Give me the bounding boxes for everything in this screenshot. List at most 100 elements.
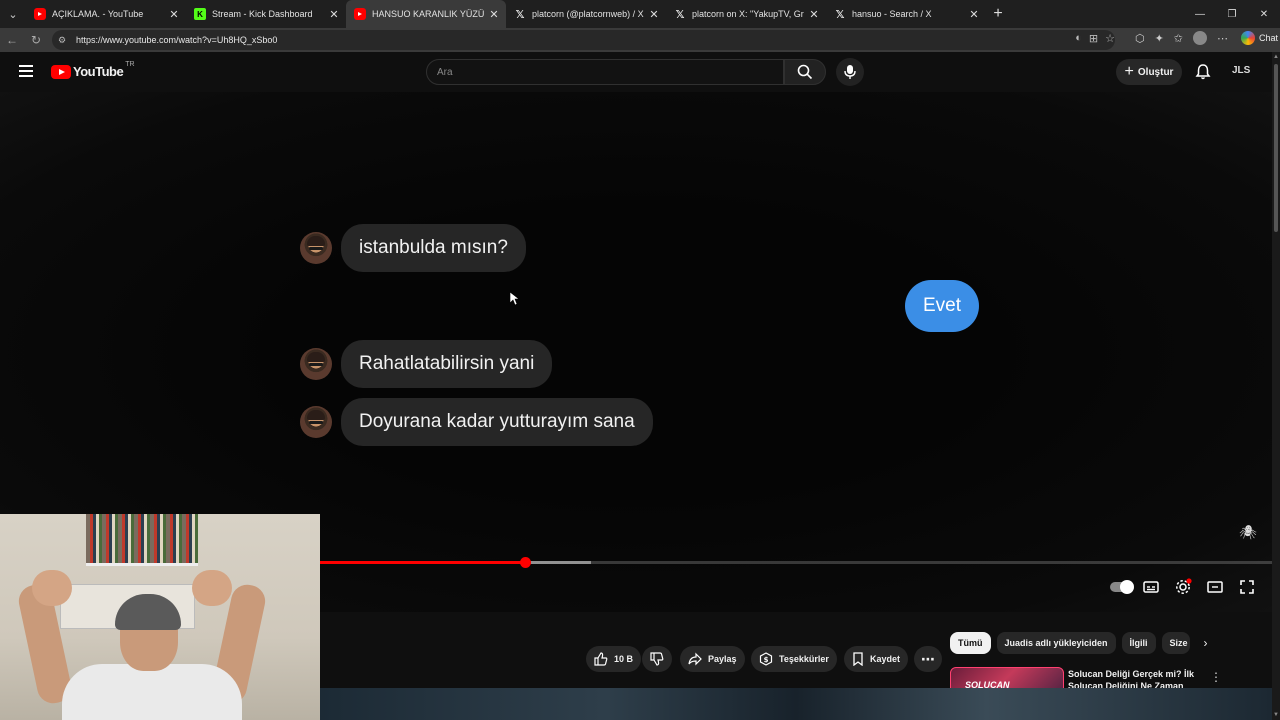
bookshelf (86, 514, 198, 566)
x-icon: 𝕏 (515, 8, 525, 21)
profile-avatar[interactable] (1193, 31, 1207, 45)
tab-title: AÇIKLAMA. - YouTube (52, 9, 144, 19)
streamer-hand (192, 570, 232, 606)
browser-tab-active[interactable]: HANSUO KARANLIK YÜZÜ 😳 - YouTube ✕ (346, 0, 506, 28)
streamer-hand (32, 570, 72, 606)
close-tab-icon[interactable]: ✕ (328, 8, 340, 21)
chevron-right-icon[interactable]: › (1196, 632, 1216, 654)
like-button[interactable]: 10 B (586, 646, 642, 672)
address-bar-row: ← ↻ ⚙ https://www.youtube.com/watch?v=Uh… (0, 28, 1280, 52)
extension-icon[interactable]: ⬡ (1135, 32, 1145, 45)
close-tab-icon[interactable]: ✕ (808, 8, 820, 21)
share-button[interactable]: Paylaş (680, 646, 745, 672)
extensions-area: ⬡ ✦ ✩ ⋯ (1135, 31, 1228, 45)
message-bubble: Rahatlatabilirsin yani (341, 340, 553, 388)
browser-tab[interactable]: 𝕏 platcorn (@platcornweb) / X ✕ (506, 0, 666, 28)
create-label: Oluştur (1137, 66, 1174, 78)
save-button[interactable]: Kaydet (844, 646, 909, 672)
thumbs-down-icon (650, 652, 664, 666)
plus-icon: + (1124, 63, 1134, 80)
close-tab-icon[interactable]: ✕ (168, 8, 180, 21)
subtitles-icon[interactable] (1142, 578, 1160, 596)
youtube-header: YouTube TR Ara + Oluştur JLS (0, 52, 1272, 92)
youtube-icon (34, 8, 46, 20)
channel-watermark-icon[interactable]: 🕷 (1239, 524, 1257, 541)
install-app-icon[interactable]: ⊞ (1089, 32, 1098, 45)
scroll-down-arrow-icon[interactable]: ▼ (1273, 712, 1279, 718)
streamer-body (62, 664, 242, 720)
next-video-preview (320, 688, 1272, 720)
voice-search-button[interactable] (836, 58, 864, 86)
tab-title: hansuo - Search / X (852, 9, 932, 19)
chat-message-received: Doyurana kadar yutturayım sana (300, 398, 653, 446)
scrollbar-thumb[interactable] (1274, 64, 1278, 232)
youtube-logo[interactable]: YouTube TR (51, 61, 135, 79)
create-button[interactable]: + Oluştur (1116, 59, 1182, 85)
chip-all[interactable]: Tümü (950, 632, 991, 654)
site-info-icon[interactable]: ⚙ (58, 35, 70, 46)
thanks-label: Teşekkürler (779, 654, 829, 664)
account-initials[interactable]: JLS (1232, 65, 1250, 76)
minimize-icon[interactable]: — (1184, 9, 1216, 20)
tab-list-chevron-icon[interactable]: ⌄ (0, 0, 26, 28)
search-button[interactable] (784, 59, 826, 85)
message-bubble-sent: Evet (905, 280, 980, 332)
chat-message-received: Rahatlatabilirsin yani (300, 340, 553, 388)
autoplay-toggle[interactable] (1110, 578, 1134, 596)
scrubber-handle[interactable] (519, 557, 531, 568)
theater-mode-icon[interactable] (1206, 578, 1224, 596)
thanks-button[interactable]: $ Teşekkürler (751, 646, 837, 672)
chip-related[interactable]: İlgili (1121, 632, 1156, 654)
page-scrollbar[interactable]: ▲ ▼ (1272, 52, 1280, 720)
close-window-icon[interactable]: ✕ (1248, 9, 1280, 20)
notifications-bell-icon[interactable] (1194, 63, 1212, 81)
browser-tab[interactable]: AÇIKLAMA. - YouTube ✕ (26, 0, 186, 28)
tab-title: HANSUO KARANLIK YÜZÜ 😳 - YouTube (372, 8, 484, 19)
progress-bar[interactable] (320, 557, 1272, 568)
tab-title: Stream - Kick Dashboard (212, 9, 313, 19)
chip-for-you[interactable]: Size (1161, 632, 1190, 654)
translate-icon[interactable]: ◐ (1075, 32, 1082, 45)
region-code: TR (125, 61, 135, 68)
video-menu-kebab-icon[interactable]: ⋮ (1210, 670, 1222, 684)
youtube-icon (354, 8, 366, 20)
dislike-button[interactable] (642, 646, 672, 672)
kick-icon: K (194, 8, 206, 20)
webcam-overlay (0, 514, 320, 720)
extensions-puzzle-icon[interactable]: ✦ (1155, 32, 1164, 45)
restore-icon[interactable]: ❐ (1216, 9, 1248, 20)
message-bubble: istanbulda mısın? (341, 224, 526, 272)
more-menu-icon[interactable]: ⋯ (1217, 32, 1228, 45)
close-tab-icon[interactable]: ✕ (968, 8, 980, 21)
share-arrow-icon (688, 652, 702, 666)
x-icon: 𝕏 (675, 8, 685, 21)
bookmark-star-icon[interactable]: ☆ (1105, 32, 1115, 45)
svg-text:$: $ (764, 656, 769, 664)
player-controls-right (1110, 578, 1256, 596)
more-actions-button[interactable]: ⋯ (914, 646, 942, 672)
share-label: Paylaş (708, 654, 737, 664)
chat-button[interactable]: Chat (1240, 31, 1278, 45)
close-tab-icon[interactable]: ✕ (488, 8, 500, 21)
search-input[interactable]: Ara (426, 59, 784, 85)
settings-gear-icon[interactable] (1174, 578, 1192, 596)
browser-tab[interactable]: K Stream - Kick Dashboard ✕ (186, 0, 346, 28)
tab-title: platcorn on X: "YakupTV, Grok'a Tü (692, 9, 804, 19)
x-icon: 𝕏 (835, 8, 845, 21)
browser-tab[interactable]: 𝕏 hansuo - Search / X ✕ (826, 0, 986, 28)
new-tab-plus-icon[interactable]: + (986, 5, 1010, 23)
reload-icon[interactable]: ↻ (24, 33, 48, 47)
close-tab-icon[interactable]: ✕ (648, 8, 660, 21)
back-arrow-icon[interactable]: ← (0, 33, 24, 47)
url-field[interactable]: ⚙ https://www.youtube.com/watch?v=Uh8HQ_… (52, 30, 1115, 50)
sender-avatar (300, 232, 332, 264)
scroll-up-arrow-icon[interactable]: ▲ (1273, 54, 1279, 60)
browser-tab[interactable]: 𝕏 platcorn on X: "YakupTV, Grok'a Tü ✕ (666, 0, 826, 28)
favorites-icon[interactable]: ✩ (1174, 32, 1183, 45)
chat-message-received: istanbulda mısın? (300, 224, 526, 272)
menu-hamburger-icon[interactable] (19, 65, 33, 77)
browser-tab-bar: ⌄ AÇIKLAMA. - YouTube ✕ K Stream - Kick … (0, 0, 1280, 28)
url-text: https://www.youtube.com/watch?v=Uh8HQ_xS… (76, 35, 278, 45)
chip-from-uploader[interactable]: Juadis adlı yükleyiciden (996, 632, 1116, 654)
fullscreen-icon[interactable] (1238, 578, 1256, 596)
